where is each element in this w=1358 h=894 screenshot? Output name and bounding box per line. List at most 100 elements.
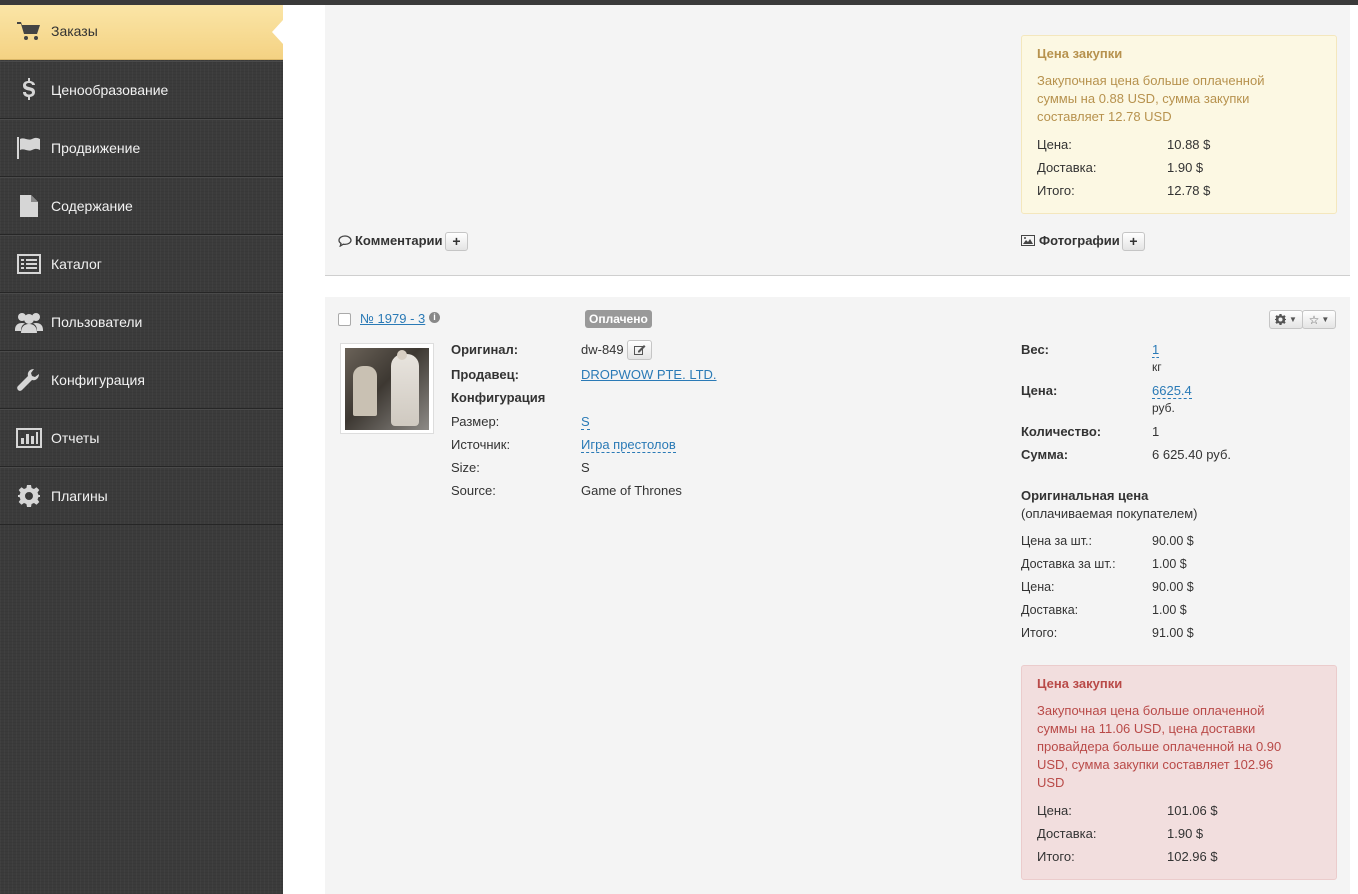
quantity-value: 1	[1152, 424, 1160, 439]
alert-title: Цена закупки	[1037, 46, 1123, 61]
weight-value-link[interactable]: 1	[1152, 342, 1160, 358]
configuration-heading: Конфигурация	[451, 390, 546, 405]
price-value-link[interactable]: 6625.4	[1152, 383, 1192, 399]
list-icon	[15, 252, 43, 276]
alert-row-value: 101.06 $	[1167, 803, 1218, 818]
edit-button[interactable]	[627, 340, 652, 360]
alert-row-value: 102.96 $	[1167, 849, 1218, 864]
attribute-label: Источник:	[451, 437, 511, 452]
attribute-label: Source:	[451, 483, 496, 498]
orig-row-label: Цена за шт.:	[1021, 534, 1092, 548]
orig-row-label: Доставка:	[1021, 603, 1079, 617]
seller-label: Продавец:	[451, 367, 519, 382]
alert-row-value: 1.90 $	[1167, 826, 1204, 841]
comments-label: Комментарии	[355, 233, 443, 248]
orig-row-value: 1.00 $	[1152, 557, 1187, 571]
sidebar-item-content[interactable]: Содержание	[0, 177, 283, 235]
source-value-link[interactable]: Игра престолов	[581, 437, 676, 453]
dollar-icon	[15, 78, 43, 102]
alert-row-value: 12.78 $	[1167, 183, 1211, 198]
top-bar	[0, 0, 1358, 5]
alert-row-label: Доставка:	[1037, 826, 1097, 841]
order-number-link[interactable]: № 1979 - 3	[360, 311, 425, 326]
weight-label: Вес:	[1021, 342, 1050, 357]
orig-row-value: 1.00 $	[1152, 603, 1187, 617]
settings-dropdown-button[interactable]: ▼	[1269, 310, 1303, 329]
sidebar-item-pricing[interactable]: Ценообразование	[0, 61, 283, 119]
orig-row-label: Доставка за шт.:	[1021, 557, 1116, 571]
original-value: dw-849	[581, 342, 624, 357]
info-icon[interactable]: i	[429, 312, 440, 323]
order-panel: № 1979 - 3 i Оплачено ▼ ☆ ▼ Оригинал: dw…	[325, 297, 1350, 894]
document-icon	[15, 194, 43, 218]
wrench-icon	[15, 368, 43, 392]
add-photo-button[interactable]: +	[1122, 232, 1145, 251]
price-label: Цена:	[1021, 383, 1058, 398]
sidebar-item-reports[interactable]: Отчеты	[0, 409, 283, 467]
sidebar-item-users[interactable]: Пользователи	[0, 293, 283, 351]
quantity-label: Количество:	[1021, 424, 1102, 439]
order-panel: Цена закупки Закупочная цена больше опла…	[325, 0, 1350, 276]
sidebar-item-catalog[interactable]: Каталог	[0, 235, 283, 293]
sidebar-item-orders[interactable]: Заказы	[0, 2, 283, 60]
caret-down-icon: ▼	[1321, 315, 1330, 324]
image-icon	[1021, 235, 1035, 246]
sidebar-item-label: Каталог	[51, 256, 102, 272]
sidebar-item-plugins[interactable]: Плагины	[0, 467, 283, 525]
original-price-subheading: (оплачиваемая покупателем)	[1021, 506, 1198, 521]
attribute-label: Size:	[451, 460, 480, 475]
orig-row-value: 90.00 $	[1152, 580, 1194, 594]
status-badge: Оплачено	[585, 310, 652, 328]
purchase-price-alert: Цена закупки Закупочная цена больше опла…	[1021, 665, 1337, 880]
sidebar-item-label: Продвижение	[51, 140, 141, 156]
purchase-price-alert: Цена закупки Закупочная цена больше опла…	[1021, 35, 1337, 214]
order-select-checkbox[interactable]	[338, 313, 351, 326]
users-icon	[15, 310, 43, 334]
weight-unit: кг	[1152, 360, 1162, 374]
sidebar-item-label: Ценообразование	[51, 82, 169, 98]
orig-row-value: 90.00 $	[1152, 534, 1194, 548]
orig-row-label: Цена:	[1021, 580, 1055, 594]
sidebar-item-configuration[interactable]: Конфигурация	[0, 351, 283, 409]
original-price-heading: Оригинальная цена	[1021, 488, 1149, 503]
sidebar-item-promotion[interactable]: Продвижение	[0, 119, 283, 177]
alert-row-label: Итого:	[1037, 183, 1075, 198]
edit-icon	[633, 345, 645, 355]
photos-section: Фотографии	[1021, 233, 1120, 248]
orig-row-value: 91.00 $	[1152, 626, 1194, 640]
alert-title: Цена закупки	[1037, 676, 1123, 691]
gear-icon	[15, 484, 43, 508]
alert-row-label: Цена:	[1037, 137, 1072, 152]
sidebar-item-label: Плагины	[51, 488, 108, 504]
alert-row-value: 1.90 $	[1167, 160, 1204, 175]
alert-message: Закупочная цена больше оплаченной суммы …	[1037, 703, 1282, 790]
sidebar-item-label: Конфигурация	[51, 372, 145, 388]
comment-icon	[338, 234, 352, 247]
comments-section: Комментарии	[338, 233, 443, 248]
sum-value: 6 625.40 руб.	[1152, 447, 1232, 462]
photos-label: Фотографии	[1039, 233, 1120, 248]
alert-row-label: Цена:	[1037, 803, 1072, 818]
sidebar: Заказы Ценообразование Продвижение Содер…	[0, 0, 283, 894]
sidebar-item-label: Содержание	[51, 198, 133, 214]
orders-content: Цена закупки Закупочная цена больше опла…	[325, 0, 1350, 894]
alert-row-label: Итого:	[1037, 849, 1075, 864]
sidebar-item-label: Отчеты	[51, 430, 100, 446]
sum-label: Сумма:	[1021, 447, 1069, 462]
original-label: Оригинал:	[451, 342, 519, 357]
gear-icon	[1275, 314, 1287, 325]
alert-row-label: Доставка:	[1037, 160, 1097, 175]
favorite-dropdown-button[interactable]: ☆ ▼	[1302, 310, 1336, 329]
attribute-label: Размер:	[451, 414, 500, 429]
chart-icon	[15, 426, 43, 450]
product-thumbnail[interactable]	[340, 343, 434, 434]
alert-message: Закупочная цена больше оплаченной суммы …	[1037, 73, 1265, 124]
add-comment-button[interactable]: +	[445, 232, 468, 251]
orig-row-label: Итого:	[1021, 626, 1058, 640]
attribute-value: Game of Thrones	[581, 483, 682, 498]
cart-icon	[15, 19, 43, 43]
caret-down-icon: ▼	[1289, 315, 1297, 324]
size-value-link[interactable]: S	[581, 414, 590, 430]
seller-link[interactable]: DROPWOW PTE. LTD.	[581, 367, 717, 382]
attribute-value: S	[581, 460, 590, 475]
